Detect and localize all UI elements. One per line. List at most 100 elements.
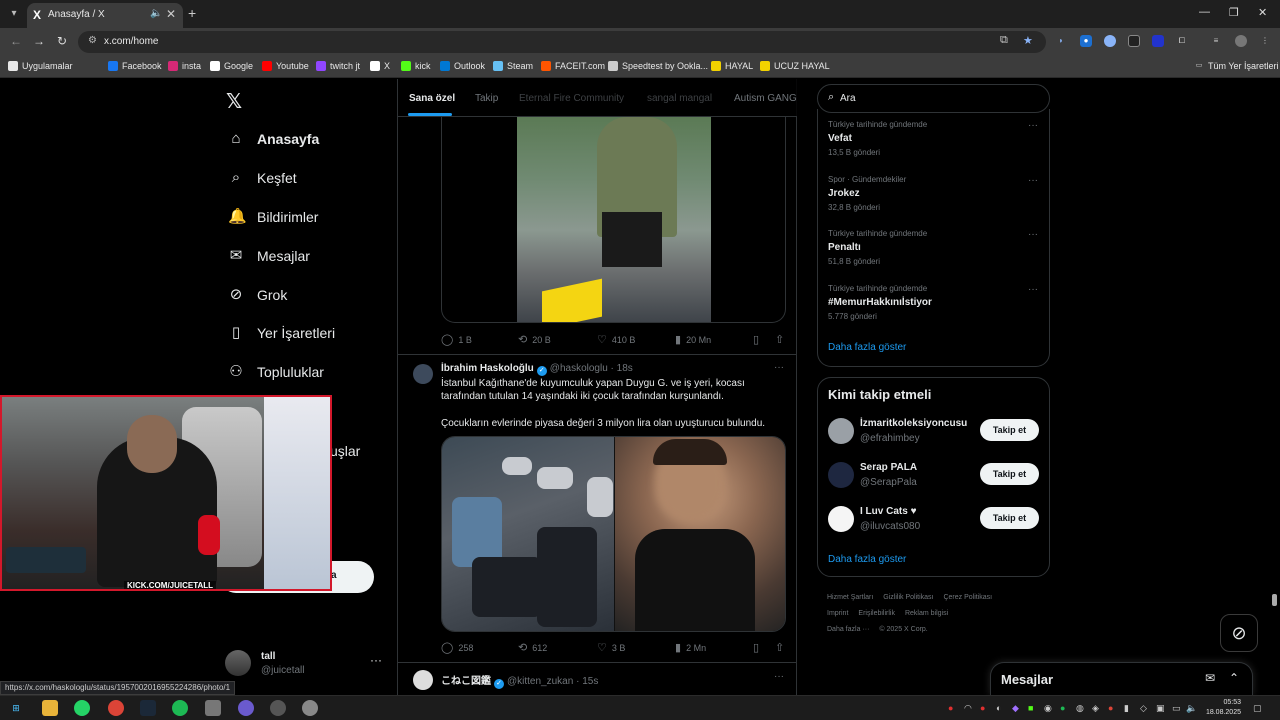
tray-steam-icon[interactable]: ◉ <box>1044 703 1052 714</box>
bookmark-0[interactable]: Uygulamalar <box>8 61 73 71</box>
views-button[interactable]: ▮ 20 Mn <box>675 333 711 346</box>
nav-item-1[interactable]: ⌕ Keşfet <box>228 166 297 190</box>
bookmark-8[interactable]: Outlook <box>440 61 485 71</box>
taskbar-clock[interactable]: 05:53 18.08.2025 <box>1201 698 1241 718</box>
author-handle[interactable]: @haskologlu <box>550 363 608 374</box>
nav-item-5[interactable]: ▯ Yer İşaretleri <box>228 321 335 345</box>
back-icon[interactable]: ← <box>10 34 22 48</box>
footer-link[interactable]: Gizlilik Politikası <box>883 594 933 601</box>
like-button[interactable]: ♡ 410 B <box>597 333 635 346</box>
tray-chrome-icon[interactable]: ● <box>1108 703 1113 713</box>
more-icon[interactable]: ··· <box>1028 175 1038 186</box>
all-bookmarks[interactable]: ▭ Tüm Yer İşaretleri <box>1194 61 1279 71</box>
whatsapp-icon[interactable] <box>74 700 90 716</box>
expand-icon[interactable]: ⌃ <box>1229 671 1239 685</box>
new-message-icon[interactable]: ✉ <box>1205 671 1215 685</box>
browser-menu-icon[interactable]: ⋮ <box>1259 35 1271 47</box>
tab-community[interactable]: sangal mangal <box>647 93 712 104</box>
who-to-follow-show-more-link[interactable]: Daha fazla göster <box>828 554 906 565</box>
more-icon[interactable]: ··· <box>774 362 784 373</box>
minimize-icon[interactable]: — <box>1199 6 1210 18</box>
follow-button[interactable]: Takip et <box>980 507 1039 529</box>
extension-icon[interactable]: ● <box>1080 35 1092 47</box>
obs-icon[interactable] <box>270 700 286 716</box>
more-icon[interactable]: ··· <box>1028 229 1038 240</box>
bookmark-11[interactable]: Speedtest by Ookla... <box>608 61 708 71</box>
tray-usb-icon[interactable]: ▮ <box>1124 703 1129 714</box>
tray-app-icon[interactable]: ◇ <box>1140 703 1147 714</box>
forward-icon[interactable]: → <box>33 34 45 48</box>
avatar[interactable] <box>828 418 854 444</box>
search-input[interactable]: ⌕ Ara <box>817 84 1050 113</box>
bookmark-7[interactable]: kick <box>401 61 431 71</box>
trend-item[interactable]: Türkiye tarihinde gündemde Penaltı 51,8 B … <box>828 229 1043 266</box>
bookmark-1[interactable]: Facebook <box>108 61 162 71</box>
tray-headset-icon[interactable]: ◠ <box>964 703 972 714</box>
messages-drawer[interactable]: Mesajlar ✉ ⌃ <box>990 662 1253 695</box>
extensions-puzzle-icon[interactable]: ⧠ <box>1176 35 1188 47</box>
browser-tab[interactable]: X Anasayfa / X 🔈 ✕ <box>27 3 183 28</box>
suggested-user-name[interactable]: İzmaritkoleksiyoncusu <box>860 418 967 429</box>
windows-start-icon[interactable]: ⊞ <box>8 700 24 716</box>
network-icon[interactable]: ▭ <box>1172 703 1181 714</box>
follow-suggestion[interactable]: I Luv Cats ♥ @iluvcats080 Takip et <box>828 504 1043 534</box>
avatar[interactable] <box>828 462 854 488</box>
address-bar[interactable]: ⚙ x.com/home ⧉ ★ <box>78 31 1046 53</box>
spotify-icon[interactable] <box>172 700 188 716</box>
tweet-photo[interactable] <box>442 437 614 631</box>
views-button[interactable]: ▮ 2 Mn <box>675 641 706 654</box>
trend-item[interactable]: Türkiye tarihinde gündemde Vefat 13,5 B gö… <box>828 120 1043 157</box>
tweet-images[interactable] <box>441 436 786 632</box>
bookmark-2[interactable]: insta <box>168 61 201 71</box>
tweet[interactable]: こねこ図鑑 ✓ @kitten_zukan · 15s ··· <box>398 662 797 695</box>
steam-icon[interactable] <box>140 700 156 716</box>
tweet-video[interactable] <box>441 117 786 323</box>
suggested-user-name[interactable]: I Luv Cats ♥ <box>860 506 917 517</box>
tray-spotify-icon[interactable]: ● <box>1060 703 1065 713</box>
tray-app-icon[interactable]: ◍ <box>1076 703 1084 714</box>
share-button[interactable]: ⇧ <box>775 641 784 654</box>
tab-search-icon[interactable]: ▾ <box>6 6 22 22</box>
x-logo-icon[interactable]: 𝕏 <box>226 89 242 114</box>
bookmark-10[interactable]: FACEIT.com <box>541 61 605 71</box>
extension-icon[interactable] <box>1152 35 1164 47</box>
suggested-user-name[interactable]: Serap PALA <box>860 462 917 473</box>
follow-button[interactable]: Takip et <box>980 463 1039 485</box>
share-button[interactable]: ⇧ <box>775 333 784 346</box>
tab-following[interactable]: Takip <box>475 93 498 104</box>
tray-mic-icon[interactable]: ● <box>948 703 953 713</box>
follow-suggestion[interactable]: Serap PALA @SerapPala Takip et <box>828 460 1043 490</box>
author-name[interactable]: İbrahim Haskoloğlu <box>441 363 534 374</box>
extension-audio-icon[interactable]: ◗ <box>1055 35 1067 47</box>
extension-icon[interactable] <box>1104 35 1116 47</box>
app-icon[interactable] <box>205 700 221 716</box>
trend-item[interactable]: Spor · Gündemdekiler Jrokez 32,8 B gönderi… <box>828 175 1043 212</box>
install-app-icon[interactable]: ⧉ <box>1000 34 1008 47</box>
speaker-icon[interactable]: 🔈 <box>150 8 162 19</box>
bookmark-9[interactable]: Steam <box>493 61 533 71</box>
more-icon[interactable]: ··· <box>1028 284 1038 295</box>
bookmark-button[interactable]: ▯ <box>753 641 759 654</box>
trend-item[interactable]: Türkiye tarihinde gündemde #MemurHakkınıİ… <box>828 284 1043 321</box>
avatar[interactable] <box>828 506 854 532</box>
more-icon[interactable]: ··· <box>774 671 784 682</box>
footer-link[interactable]: Hizmet Şartları <box>827 594 873 601</box>
tray-app-icon[interactable]: ◆ <box>1012 703 1019 714</box>
close-tab-icon[interactable]: ✕ <box>166 7 176 21</box>
grok-button[interactable]: ⊘ <box>1220 614 1258 652</box>
chrome-icon[interactable] <box>108 700 124 716</box>
tweet-photo[interactable] <box>615 437 785 631</box>
account-switcher[interactable]: tall @juicetall ··· <box>225 647 385 683</box>
footer-link[interactable]: Imprint <box>827 610 848 617</box>
window-close-icon[interactable]: ✕ <box>1258 6 1267 19</box>
nav-item-6[interactable]: ⚇ Topluluklar <box>228 360 324 384</box>
tweet-time[interactable]: 15s <box>582 676 598 687</box>
nav-item-3[interactable]: ✉ Mesajlar <box>228 244 310 268</box>
tab-community[interactable]: Eternal Fire Community <box>519 93 624 104</box>
nav-item-4[interactable]: ⊘ Grok <box>228 283 288 307</box>
avatar[interactable] <box>413 364 433 384</box>
follow-button[interactable]: Takip et <box>980 419 1039 441</box>
footer-link[interactable]: Reklam bilgisi <box>905 610 948 617</box>
author-handle[interactable]: @kitten_zukan <box>507 676 573 687</box>
repost-button[interactable]: ⟲ 20 B <box>518 333 551 346</box>
